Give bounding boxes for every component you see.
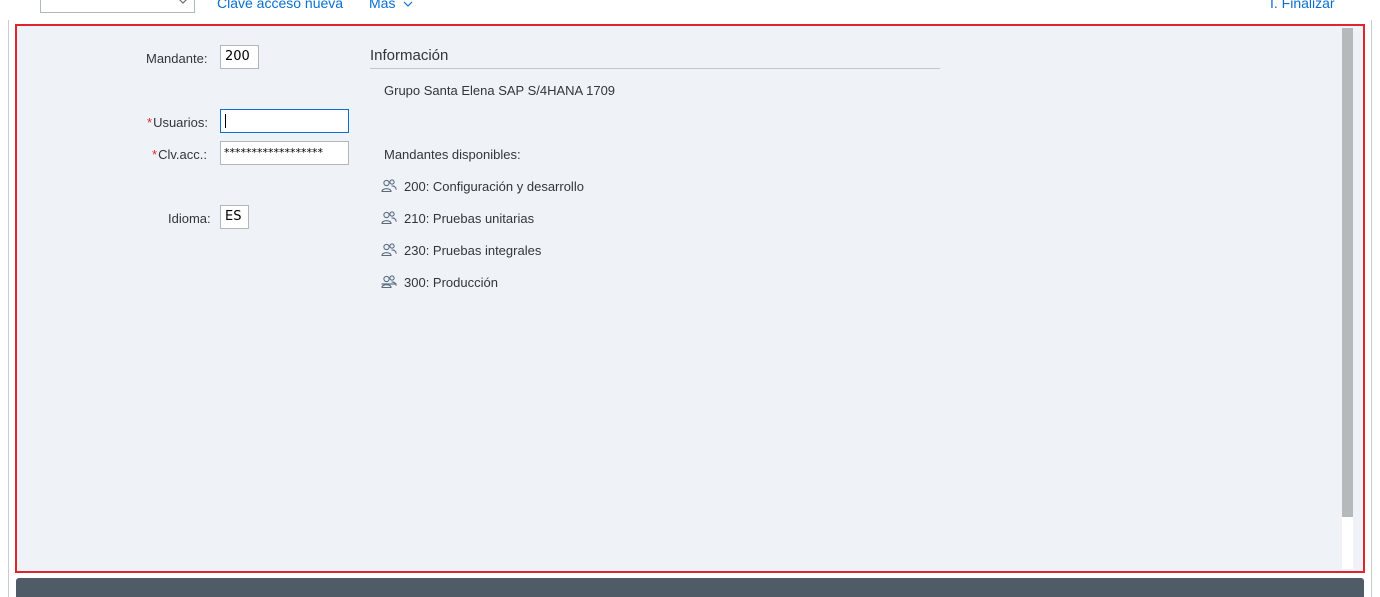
text-caret	[225, 114, 226, 128]
required-marker: *	[152, 147, 158, 162]
language-input[interactable]: ES	[220, 205, 249, 229]
more-menu-label: Más	[369, 0, 396, 11]
client-item-label: 230: Pruebas integrales	[404, 243, 542, 258]
chevron-down-icon	[179, 0, 187, 4]
footer-bar	[16, 578, 1364, 597]
users-icon	[381, 211, 397, 225]
user-label: *Usuarios:	[147, 115, 208, 130]
user-label-text: Usuarios:	[153, 115, 208, 130]
info-divider	[370, 68, 940, 69]
client-input[interactable]: 200	[220, 45, 259, 69]
client-item-label: 200: Configuración y desarrollo	[404, 179, 584, 194]
client-item-label: 210: Pruebas unitarias	[404, 211, 535, 226]
toolbar: Clave acceso nueva Más I. Finalizar	[0, 0, 1380, 22]
chevron-down-icon	[403, 1, 413, 8]
scrollbar-thumb[interactable]	[1342, 28, 1353, 517]
user-input[interactable]	[220, 109, 349, 133]
password-label-text: Clv.acc.:	[158, 147, 207, 162]
required-marker: *	[147, 115, 153, 130]
password-label: *Clv.acc.:	[152, 147, 207, 162]
password-input[interactable]: ******************	[220, 141, 349, 165]
language-label: Idioma:	[168, 211, 211, 226]
exit-link[interactable]: I. Finalizar	[1270, 0, 1335, 11]
more-menu-button[interactable]: Más	[369, 0, 413, 11]
toolbar-dropdown[interactable]	[40, 0, 195, 13]
client-item-label: 300: Producción	[404, 275, 498, 290]
system-name: Grupo Santa Elena SAP S/4HANA 1709	[384, 83, 616, 98]
users-crossed-icon	[381, 275, 397, 289]
logon-panel	[15, 24, 1365, 573]
users-icon	[381, 243, 397, 257]
clients-header: Mandantes disponibles:	[384, 147, 521, 162]
client-label: Mandante:	[146, 51, 208, 66]
new-password-link[interactable]: Clave acceso nueva	[217, 0, 343, 11]
users-icon	[381, 179, 397, 193]
info-title: Información	[370, 47, 449, 64]
